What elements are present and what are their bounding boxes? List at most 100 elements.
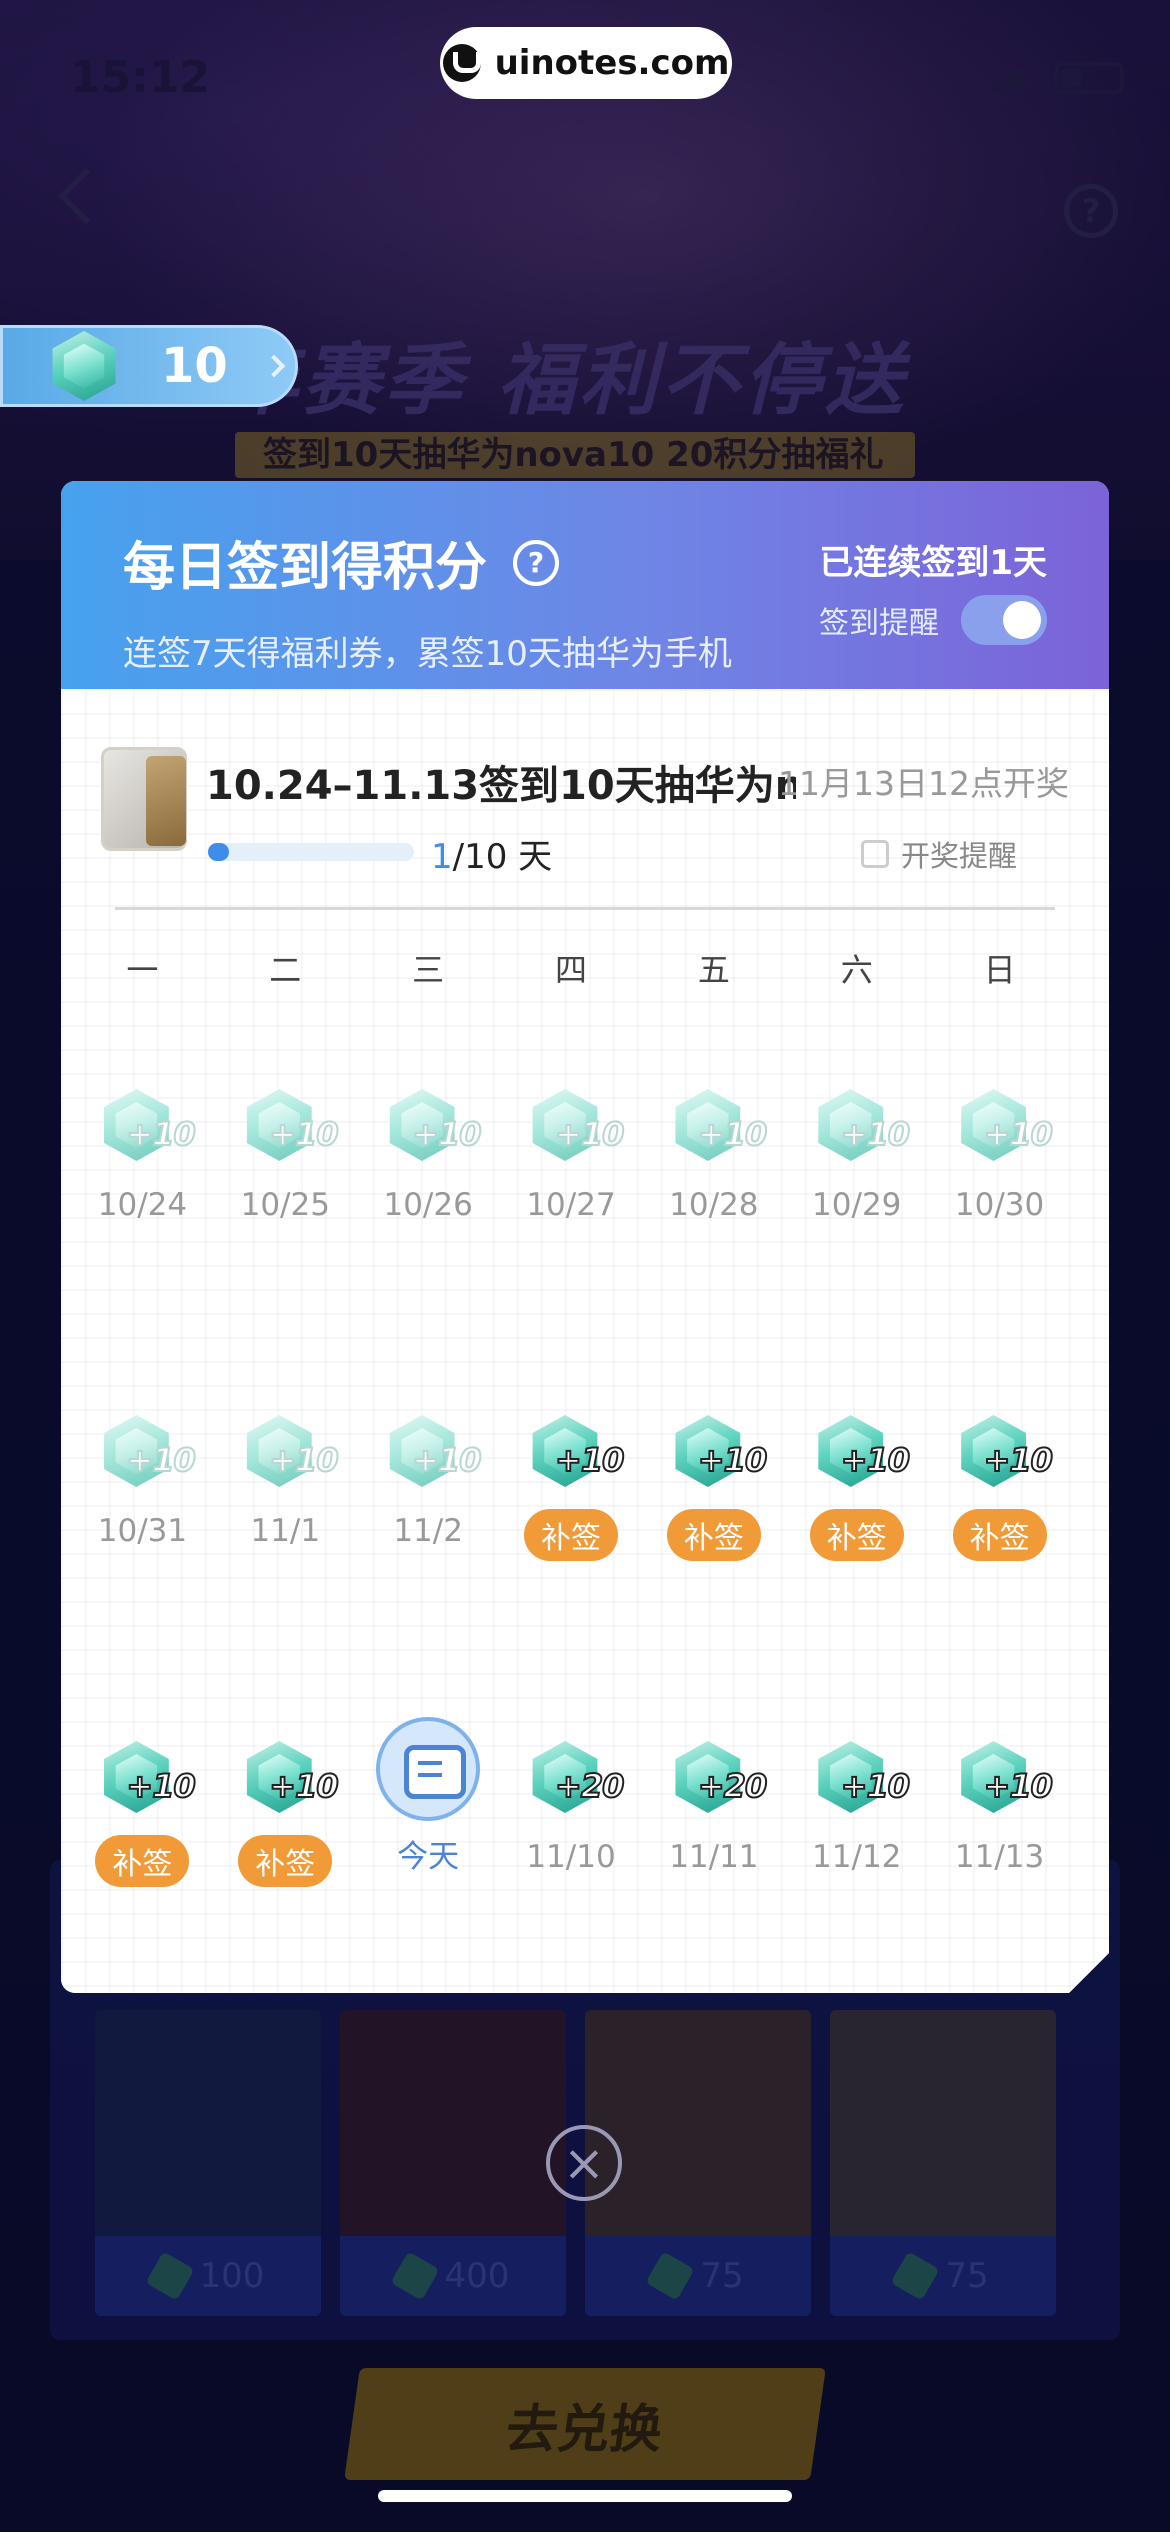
day-date: 10/29: [812, 1187, 902, 1223]
chevron-right-icon: [262, 354, 286, 378]
gem-icon: [49, 331, 119, 401]
reward-gem: +10: [100, 1415, 197, 1491]
points-value: 10: [161, 338, 228, 394]
calendar-day: +10 10/24: [71, 1089, 214, 1415]
reward-gem: +10: [243, 1089, 340, 1165]
reward-points: +10: [268, 1114, 339, 1154]
reward-points: +10: [840, 1766, 911, 1806]
watermark: uinotes.com: [440, 27, 732, 99]
prize-title: 10.24–11.13签到10天抽华为nova10: [206, 763, 796, 809]
reward-points: +10: [697, 1440, 768, 1480]
calendar-day[interactable]: +10 补签: [928, 1415, 1071, 1741]
weekday-label: 二: [269, 951, 302, 989]
reward-gem: +10: [672, 1089, 768, 1165]
calendar-day[interactable]: +10 补签: [500, 1415, 643, 1741]
reward-gem: +20: [672, 1741, 768, 1817]
day-date: 10/27: [526, 1187, 616, 1223]
modal-title: 每日签到得积分: [123, 538, 488, 598]
reward-points: +10: [554, 1440, 625, 1480]
reward-gem: +10: [815, 1089, 911, 1165]
day-date: 11/1: [250, 1513, 321, 1549]
calendar-day: +10 10/26: [357, 1089, 500, 1415]
reward-gem: +10: [958, 1089, 1054, 1165]
reward-points: +10: [125, 1440, 196, 1480]
reward-gem: +10: [243, 1415, 340, 1491]
calendar-day: +20 11/11: [642, 1741, 785, 1993]
close-icon[interactable]: ×: [546, 2125, 622, 2201]
day-date: 11/13: [954, 1839, 1045, 1875]
calendar-day: +10 10/25: [214, 1089, 357, 1415]
today-tv-icon[interactable]: [376, 1717, 481, 1821]
day-date: 11/11: [669, 1839, 759, 1875]
reward-gem: +10: [958, 1415, 1054, 1491]
day-date: 10/25: [240, 1187, 330, 1223]
calendar-day: 今天: [357, 1717, 500, 1993]
day-date: 11/2: [393, 1513, 463, 1549]
calendar-day[interactable]: +10 补签: [785, 1415, 928, 1741]
makeup-checkin-button[interactable]: 补签: [666, 1509, 761, 1561]
reward-points: +10: [840, 1440, 911, 1480]
checkin-reminder: 签到提醒: [819, 595, 1047, 645]
reward-gem: +10: [672, 1415, 768, 1491]
checkin-modal: 每日签到得积分 ? 连签7天得福利券，累签10天抽华为手机 已连续签到1天 签到…: [61, 481, 1109, 1993]
reward-gem: +10: [529, 1415, 625, 1491]
reward-gem: +10: [100, 1741, 197, 1817]
reward-gem: +10: [815, 1741, 911, 1817]
calendar-day[interactable]: +10 补签: [642, 1415, 785, 1741]
reward-gem: +10: [815, 1415, 911, 1491]
day-date: 10/28: [669, 1187, 759, 1223]
question-icon[interactable]: ?: [513, 539, 560, 586]
calendar-week-row: +10 10/24 +10 10/25 +10 10/26 +10 10/27 +10 10/28…: [71, 1089, 1071, 1415]
reward-gem: +20: [529, 1741, 625, 1817]
weekday-label: 日: [983, 951, 1016, 989]
calendar-week-row: +10 补签 +10 补签 今天 +20 11/10 +20 11/11 +10 11/12 +10 1…: [71, 1717, 1071, 1993]
makeup-checkin-button[interactable]: 补签: [809, 1509, 904, 1561]
draw-reminder-label: 开奖提醒: [900, 839, 1017, 873]
points-balance[interactable]: 10: [0, 325, 298, 407]
calendar-day: +10 11/1: [214, 1415, 357, 1741]
reward-points: +20: [554, 1766, 625, 1806]
calendar-day: +10 10/27: [500, 1089, 643, 1415]
modal-header: 每日签到得积分 ? 连签7天得福利券，累签10天抽华为手机 已连续签到1天 签到…: [61, 481, 1109, 689]
weekday-label: 五: [697, 951, 730, 989]
prize-section: 10.24–11.13签到10天抽华为nova10 11月13日12点开奖 1/…: [101, 747, 1069, 877]
calendar-day: +10 11/13: [928, 1741, 1071, 1993]
day-date: 10/30: [954, 1187, 1045, 1223]
weekday-header: 一 二 三 四 五 六 日: [71, 945, 1071, 991]
weekday-label: 四: [555, 951, 588, 989]
calendar-day: +10 11/12: [785, 1741, 928, 1993]
weekday-label: 三: [412, 951, 445, 989]
progress-fill: [208, 843, 229, 861]
reward-gem: +10: [529, 1089, 625, 1165]
reward-points: +10: [411, 1114, 482, 1154]
today-label: 今天: [397, 1839, 460, 1875]
reward-points: +10: [983, 1766, 1054, 1806]
day-date: 10/31: [97, 1513, 188, 1549]
progress-total: /10 天: [452, 837, 553, 877]
checkbox[interactable]: [860, 840, 889, 868]
reward-points: +10: [840, 1114, 911, 1154]
makeup-checkin-button[interactable]: 补签: [95, 1835, 190, 1887]
phone-prize-image: [101, 747, 187, 851]
reward-points: +10: [268, 1440, 339, 1480]
makeup-checkin-button[interactable]: 补签: [952, 1509, 1047, 1561]
calendar-day: +10 10/28: [642, 1089, 785, 1415]
home-indicator: [378, 2490, 792, 2502]
reward-points: +10: [268, 1766, 339, 1806]
calendar-day[interactable]: +10 补签: [71, 1741, 214, 1993]
calendar-day[interactable]: +10 补签: [214, 1741, 357, 1993]
makeup-checkin-button[interactable]: 补签: [238, 1835, 333, 1887]
calendar-day: +10 10/29: [785, 1089, 928, 1415]
reward-gem: +10: [386, 1089, 482, 1165]
makeup-checkin-button[interactable]: 补签: [524, 1509, 618, 1561]
reminder-toggle[interactable]: [961, 595, 1047, 645]
draw-reminder[interactable]: 开奖提醒: [860, 833, 1017, 875]
reward-points: +10: [697, 1114, 768, 1154]
reward-points: +10: [411, 1440, 482, 1480]
watermark-text: uinotes.com: [494, 43, 730, 83]
progress-bar: [208, 843, 414, 861]
reward-points: +10: [125, 1766, 196, 1806]
reward-gem: +10: [100, 1089, 197, 1165]
reward-gem: +10: [243, 1741, 340, 1817]
weekday-label: 六: [840, 951, 873, 989]
